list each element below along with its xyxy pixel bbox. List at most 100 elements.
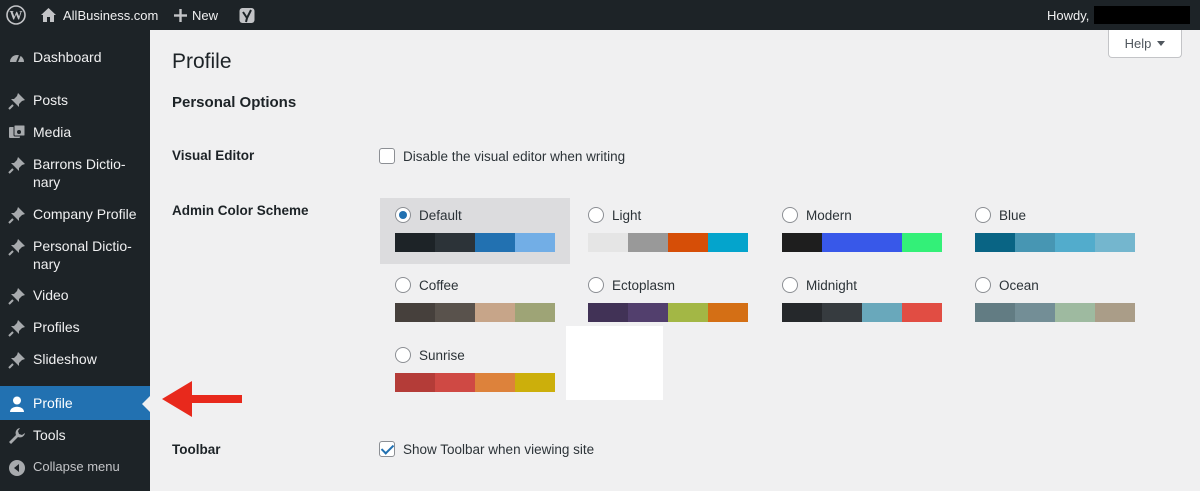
scheme-radio[interactable] [588,277,604,293]
new-content-button[interactable]: New [174,0,218,30]
pin-icon [8,287,26,305]
visual-editor-checkbox-label: Disable the visual editor when writing [403,148,626,164]
scheme-name: Ectoplasm [612,277,676,293]
sidebar-item-company-profile[interactable]: Company Profile [0,205,150,224]
sidebar-item-label: Media [33,124,72,140]
color-scheme-midnight[interactable]: Midnight [767,268,957,334]
collapse-menu-button[interactable]: Collapse menu [0,458,150,477]
scheme-radio[interactable] [395,347,411,363]
sidebar-item-dashboard[interactable]: Dashboard [0,48,150,67]
sidebar-item-profile[interactable]: Profile [0,386,150,420]
collapse-icon [8,459,26,477]
main-content: Help Profile Personal Options Visual Edi… [150,30,1200,491]
sidebar-item-label: Slideshow [33,351,97,367]
sidebar-item-media[interactable]: Media [0,123,150,142]
toolbar-label: Toolbar [172,442,221,457]
scheme-name: Coffee [419,277,459,293]
pin-icon [8,238,26,256]
pin-icon [8,351,26,369]
scheme-radio[interactable] [588,207,604,223]
sidebar-item-label: Personal Dictio­nary [33,238,132,272]
page-title: Profile [172,50,232,73]
color-scheme-default[interactable]: Default [380,198,570,264]
color-scheme-ectoplasm[interactable]: Ectoplasm [573,268,763,334]
visual-editor-option[interactable]: Disable the visual editor when writing [379,148,625,164]
wordpress-logo-button[interactable]: W [6,0,26,30]
scheme-radio[interactable] [395,207,411,223]
color-scheme-label: Admin Color Scheme [172,203,309,218]
sidebar-item-slideshow[interactable]: Slideshow [0,350,150,369]
redacted-username [1094,6,1190,24]
scheme-swatches [395,373,555,392]
color-scheme-sunrise[interactable]: Sunrise [380,338,570,404]
scheme-name: Default [419,207,462,223]
visual-editor-checkbox[interactable] [379,148,395,164]
wrench-icon [8,427,26,445]
sidebar-item-label: Dashboard [33,49,102,65]
color-scheme-coffee[interactable]: Coffee [380,268,570,334]
scheme-radio[interactable] [975,207,991,223]
caret-down-icon [1157,40,1166,46]
scheme-name: Ocean [999,277,1039,293]
sidebar-item-label: Company Profile [33,206,137,222]
site-name-link[interactable]: AllBusiness.com [40,0,158,30]
sidebar-item-posts[interactable]: Posts [0,91,150,110]
scheme-swatches [975,303,1135,322]
pin-icon [8,319,26,337]
scheme-radio[interactable] [975,277,991,293]
scheme-swatches [782,303,942,322]
sidebar-item-profiles[interactable]: Profiles [0,318,150,337]
toolbar-option[interactable]: Show Toolbar when viewing site [379,441,594,457]
wordpress-logo-icon: W [6,5,26,25]
sidebar-item-label: Collapse menu [33,459,120,474]
section-title: Personal Options [172,94,297,111]
toolbar-checkbox[interactable] [379,441,395,457]
scheme-name: Blue [999,207,1027,223]
site-name-label: AllBusiness.com [63,7,159,23]
scheme-swatches [395,233,555,252]
scheme-name: Light [612,207,642,223]
sidebar-item-label: Posts [33,92,69,108]
color-scheme-light[interactable]: Light [573,198,763,264]
scheme-name: Sunrise [419,347,465,363]
sidebar-item-label: Profile [33,395,73,411]
pin-icon [8,92,26,110]
account-menu[interactable]: Howdy, [1047,0,1089,30]
color-scheme-ocean[interactable]: Ocean [960,268,1150,334]
color-scheme-blue[interactable]: Blue [960,198,1150,264]
help-label: Help [1124,36,1152,51]
color-scheme-modern[interactable]: Modern [767,198,957,264]
current-indicator [142,396,150,412]
admin-bar: W AllBusiness.com New Howdy, [0,0,1200,30]
admin-sidebar: Dashboard Posts Media Barrons Dictio­nar… [0,30,150,491]
redacted-area [566,326,663,400]
scheme-radio[interactable] [782,207,798,223]
visual-editor-label: Visual Editor [172,148,255,163]
howdy-label: Howdy, [1047,7,1090,23]
scheme-name: Midnight [806,277,858,293]
sidebar-item-video[interactable]: Video [0,286,150,305]
scheme-swatches [782,233,942,252]
dashboard-icon [8,49,26,67]
yoast-icon [239,7,255,23]
scheme-swatches [588,303,748,322]
help-button[interactable]: Help [1108,30,1182,58]
scheme-name: Modern [806,207,852,223]
toolbar-checkbox-label: Show Toolbar when viewing site [403,441,595,457]
sidebar-item-label: Profiles [33,319,80,335]
pin-icon [8,206,26,224]
user-icon [8,395,26,413]
sidebar-item-personal-dictionary[interactable]: Personal Dictio­nary [0,237,150,273]
annotation-arrow-icon [162,381,242,417]
media-icon [8,124,26,142]
pin-icon [8,156,26,174]
scheme-swatches [975,233,1135,252]
scheme-radio[interactable] [395,277,411,293]
sidebar-item-label: Video [33,287,69,303]
scheme-radio[interactable] [782,277,798,293]
sidebar-item-barrons-dictionary[interactable]: Barrons Dictio­nary [0,155,150,191]
sidebar-item-tools[interactable]: Tools [0,426,150,445]
new-content-label: New [192,7,219,23]
plus-icon [174,8,187,22]
yoast-seo-button[interactable] [239,0,256,30]
